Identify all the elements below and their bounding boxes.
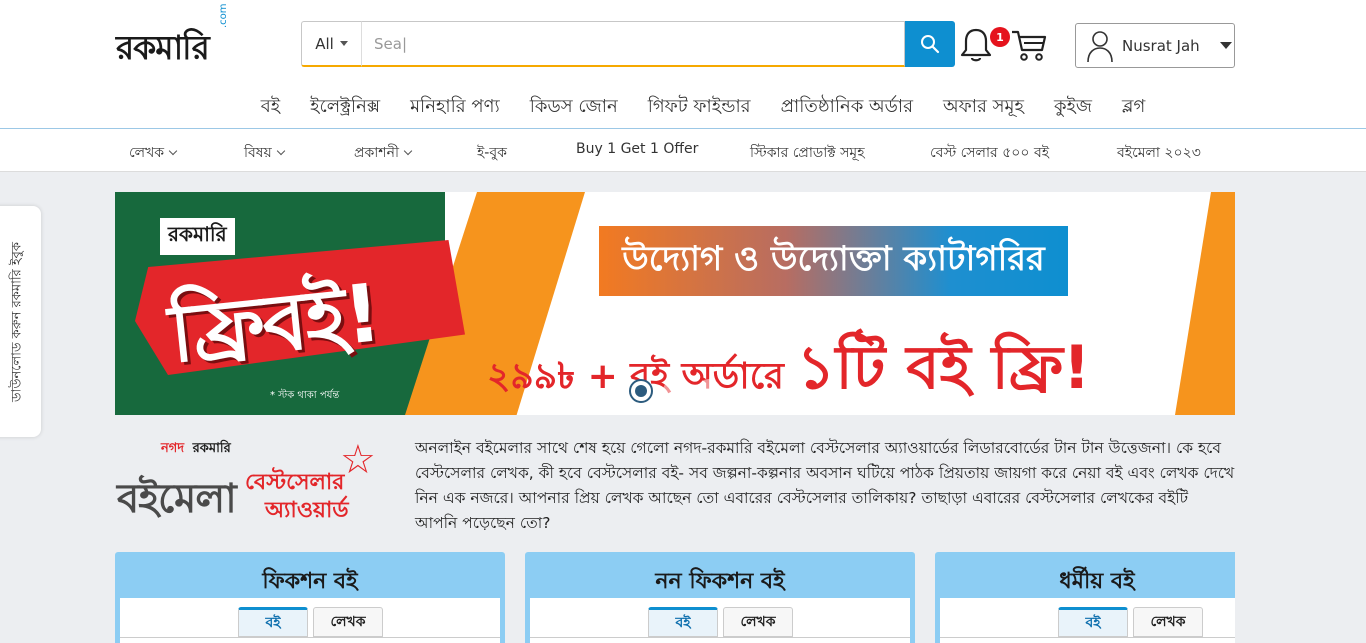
non-fiction-card: নন ফিকশন বই বই লেখক (525, 552, 915, 643)
card-tabs: বই লেখক (238, 607, 383, 637)
banner-stock-note: * স্টক থাকা পর্যন্ত (270, 390, 340, 401)
nav-item-kids-zone[interactable]: কিডস জোন (530, 92, 618, 128)
search-button[interactable] (905, 21, 955, 67)
main-nav: বই ইলেক্ট্রনিক্স মনিহারি পণ্য কিডস জোন গ… (0, 92, 1366, 128)
subnav-divider (0, 171, 1366, 172)
subnav-publisher[interactable]: প্রকাশনী (354, 141, 413, 165)
nav-item-blog[interactable]: ব্লগ (1122, 92, 1145, 128)
user-menu-button[interactable]: Nusrat Jah (1075, 23, 1235, 68)
card-tabs: বই লেখক (1058, 607, 1203, 637)
bestseller-award-logo: নগদ রকমারি বইমেলা বেস্টসেলার অ্যাওয়ার্ড… (115, 437, 385, 532)
logo-text: রকমারি (116, 28, 210, 67)
banner-offer-big: ১টি বই ফ্রি! (796, 333, 1091, 403)
religious-card: ধর্মীয় বই বই লেখক (935, 552, 1235, 643)
search-bar: All (301, 21, 955, 67)
fiction-card: ফিকশন বই বই লেখক (115, 552, 505, 643)
subnav-ebook[interactable]: ই-বুক (477, 141, 507, 165)
user-name: Nusrat Jah (1122, 36, 1200, 55)
card-tabs: বই লেখক (648, 607, 793, 637)
search-input[interactable] (361, 21, 905, 67)
subnav-bestseller[interactable]: বেস্ট সেলার ৫০০ বই (930, 141, 1049, 165)
carousel-dot-1[interactable] (629, 379, 653, 403)
site-logo[interactable]: রকমারি .com (116, 3, 229, 78)
carousel-dots (629, 379, 721, 403)
subnav-writer-label: লেখক (129, 145, 165, 161)
subnav-boimela[interactable]: বইমেলা ২০২৩ (1117, 141, 1201, 165)
subnav-publisher-label: প্রকাশনী (354, 145, 399, 161)
banner-category: উদ্যোগ ও উদ্যোক্তা ক্যাটাগরির (599, 226, 1068, 296)
caret-down-icon (339, 41, 348, 46)
subnav-subject[interactable]: বিষয় (244, 141, 286, 165)
nav-item-books[interactable]: বই (261, 92, 280, 128)
award-subtitle-2: অ্যাওয়ার্ড (265, 498, 349, 523)
nav-item-corporate-order[interactable]: প্রাতিষ্ঠানিক অর্ডার (781, 92, 913, 128)
award-description: অনলাইন বইমেলার সাথে শেষ হয়ে গেলো নগদ-রক… (415, 439, 1235, 532)
banner-logo: রকমারি (160, 218, 235, 255)
nav-item-electronics[interactable]: ইলেক্ট্রনিক্স (310, 92, 380, 128)
banner-free-text: ফ্রিবই! (165, 266, 384, 381)
award-title: বইমেলা (117, 476, 237, 522)
chevron-down-icon (403, 146, 413, 156)
carousel-dot-2[interactable] (663, 379, 687, 403)
site-header: রকমারি .com All 1 Nusrat Jah (0, 0, 1366, 172)
card-body: বই লেখক (120, 598, 500, 643)
tab-divider (120, 637, 500, 638)
bell-icon[interactable] (958, 26, 994, 64)
card-title: ধর্মীয় বই (1059, 569, 1135, 594)
banner-offer: ২৯৯৳ + বই অর্ডারে ১টি বই ফ্রি! (487, 322, 1090, 415)
tab-writer[interactable]: লেখক (313, 607, 383, 637)
search-category-label: All (315, 34, 334, 53)
user-avatar-icon (1087, 30, 1113, 62)
nav-item-stationery[interactable]: মনিহারি পণ্য (410, 92, 500, 128)
tab-writer[interactable]: লেখক (1133, 607, 1203, 637)
chevron-down-icon (168, 146, 178, 156)
caret-down-icon (1219, 42, 1232, 49)
search-category-select[interactable]: All (301, 21, 361, 67)
promo-banner[interactable]: রকমারি ফ্রিবই! * স্টক থাকা পর্যন্ত উদ্যো… (115, 192, 1235, 415)
sub-nav: লেখক বিষয় প্রকাশনী ই-বুক Buy 1 Get 1 Of… (0, 138, 1366, 164)
tab-book[interactable]: বই (238, 607, 308, 637)
chevron-down-icon (276, 146, 286, 156)
subnav-sticker[interactable]: স্টিকার প্রোডাক্ট সমূহ (750, 141, 865, 165)
banner-orange-stripe-right (1175, 192, 1235, 415)
award-partner-nagad: নগদ (161, 441, 185, 456)
subnav-subject-label: বিষয় (244, 145, 272, 161)
ebook-download-label: ডাউনলোড করুন রকমারি ইবুক (9, 242, 25, 402)
tab-divider (940, 637, 1235, 638)
subnav-writer[interactable]: লেখক (129, 141, 178, 165)
tab-writer[interactable]: লেখক (723, 607, 793, 637)
tab-divider (530, 637, 910, 638)
nav-item-gift-finder[interactable]: গিফট ফাইন্ডার (648, 92, 751, 128)
logo-suffix: .com (218, 3, 229, 28)
nav-divider (0, 128, 1366, 129)
card-body: বই লেখক (940, 598, 1235, 643)
tab-book[interactable]: বই (648, 607, 718, 637)
subnav-bogo[interactable]: Buy 1 Get 1 Offer (576, 141, 698, 157)
card-body: বই লেখক (530, 598, 910, 643)
tab-book[interactable]: বই (1058, 607, 1128, 637)
card-title: নন ফিকশন বই (655, 569, 785, 594)
ebook-download-tab[interactable]: ডাউনলোড করুন রকমারি ইবুক (0, 206, 41, 437)
notification-badge: 1 (990, 27, 1010, 47)
search-icon (921, 35, 940, 54)
award-partner-rokomari: রকমারি (192, 441, 231, 456)
nav-item-quiz[interactable]: কুইজ (1054, 92, 1092, 128)
carousel-dot-3[interactable] (697, 379, 721, 403)
card-title: ফিকশন বই (262, 569, 358, 594)
award-partners: নগদ রকমারি (161, 439, 231, 460)
cart-icon[interactable] (1010, 26, 1048, 64)
star-icon: ☆ (340, 437, 376, 483)
nav-item-offers[interactable]: অফার সমূহ (943, 92, 1024, 128)
